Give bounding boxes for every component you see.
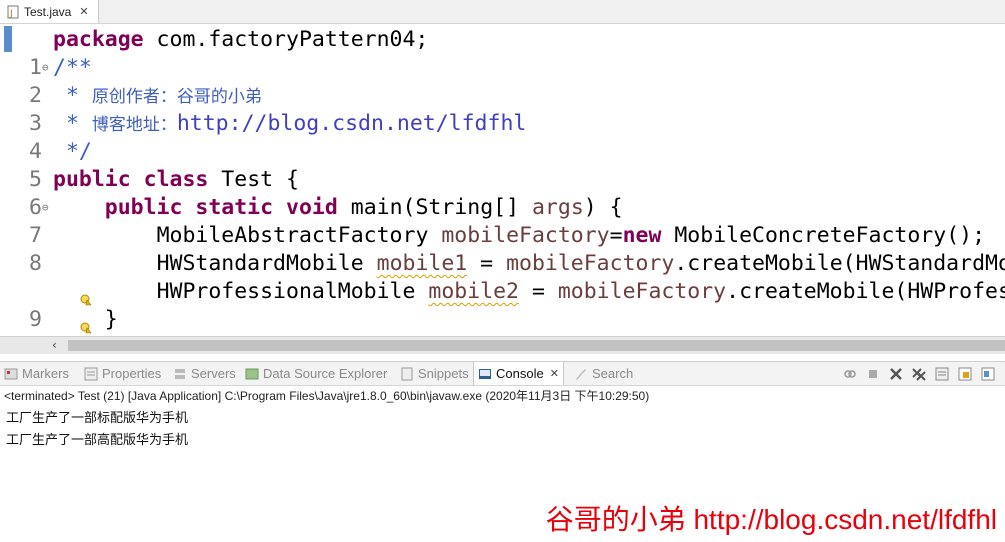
- tab-console[interactable]: Console ✕: [473, 362, 564, 385]
- code-text: HWProfessionalMobile: [156, 279, 429, 304]
- tab-markers[interactable]: Markers: [4, 362, 69, 385]
- comment-text: 原创作者：谷哥的小弟: [91, 87, 262, 107]
- code-text: Test {: [208, 167, 299, 192]
- svg-text:J: J: [9, 9, 13, 19]
- markers-icon: [4, 367, 18, 381]
- code-text: MobileAbstractFactory: [156, 223, 442, 248]
- snippets-icon: [400, 367, 414, 381]
- variable-name: mobileFactory: [441, 223, 610, 248]
- console-output-line: 工厂生产了一部高配版华为手机: [6, 433, 189, 448]
- tab-label: Servers: [191, 366, 236, 381]
- tab-servers[interactable]: Servers: [173, 362, 236, 385]
- code-line: 11 }: [0, 306, 1005, 336]
- console-icon: [478, 367, 492, 381]
- search-icon: [574, 367, 588, 381]
- comment-text: 博客地址：: [91, 115, 177, 135]
- keyword: void: [286, 195, 338, 220]
- comment-text: *: [53, 111, 92, 136]
- console-output-line: 工厂生产了一部标配版华为手机: [6, 411, 189, 426]
- tab-test-java[interactable]: J Test.java ✕: [0, 0, 99, 23]
- keyword: new: [622, 223, 662, 248]
- variable-name: mobileFactory: [557, 279, 727, 304]
- watermark-text: 谷哥的小弟 http://blog.csdn.net/lfdfhl: [545, 504, 997, 535]
- code-text: main(String[]: [337, 195, 532, 220]
- clear-console-icon[interactable]: [934, 366, 950, 382]
- comment-text: /**: [53, 55, 92, 80]
- variable-name: mobile1: [376, 251, 468, 276]
- code-text: .createMobile(HWProfessionalMobile.class…: [726, 279, 1005, 304]
- java-file-icon: J: [6, 5, 20, 19]
- code-line: 9 HWStandardMobile mobile1 = mobileFacto…: [0, 250, 1005, 332]
- code-text: =: [609, 223, 623, 248]
- code-line: 6 public class Test {: [0, 166, 1005, 220]
- comment-link[interactable]: http://blog.csdn.net/lfdfhl: [177, 111, 527, 136]
- properties-icon: [84, 367, 98, 381]
- keyword: package: [53, 27, 144, 52]
- scroll-left-icon[interactable]: ‹: [52, 337, 57, 354]
- scrollbar-thumb[interactable]: [68, 340, 1005, 351]
- variable-name: mobileFactory: [506, 251, 675, 276]
- code-line: 7 ⊖ public static void main(String[] arg…: [0, 194, 1005, 248]
- console-status: <terminated> Test (21) [Java Application…: [4, 389, 650, 403]
- comment-text: */: [53, 139, 92, 164]
- code-line: 4 * 博客地址：http://blog.csdn.net/lfdfhl: [0, 110, 1005, 164]
- keyword: public: [104, 195, 183, 220]
- code-text: =: [467, 251, 507, 276]
- code-text: ) {: [583, 195, 623, 220]
- tab-label: Markers: [22, 366, 69, 381]
- code-line: 8 MobileAbstractFactory mobileFactory=ne…: [0, 222, 1005, 276]
- tab-label: Snippets: [418, 366, 469, 381]
- terminate-icon[interactable]: [865, 366, 881, 382]
- tab-label: Data Source Explorer: [263, 366, 388, 381]
- database-icon: [245, 367, 259, 381]
- views-tab-bar: Markers Properties Servers Data Source E…: [0, 361, 1005, 386]
- code-line: 10 HWProfessionalMobile mobile2 = mobile…: [0, 278, 1005, 336]
- keyword: static: [195, 195, 274, 220]
- parameter-name: args: [531, 195, 584, 220]
- code-text: =: [519, 279, 558, 304]
- code-line: 3 * 原创作者：谷哥的小弟: [0, 82, 1005, 136]
- tab-snippets[interactable]: Snippets: [400, 362, 469, 385]
- code-text: com.factoryPattern04;: [143, 27, 429, 52]
- variable-name: mobile2: [428, 279, 519, 304]
- warning-icon[interactable]: [2, 258, 92, 306]
- tab-label: Console: [496, 366, 544, 381]
- remove-all-icon[interactable]: [911, 366, 927, 382]
- warning-icon[interactable]: [2, 286, 92, 334]
- link-icon[interactable]: [842, 366, 858, 382]
- code-line: 2 ⊖ /**: [0, 54, 1005, 108]
- fold-toggle-icon[interactable]: ⊖: [42, 54, 49, 82]
- code-text: .createMobile(HWStandardMobile.class);: [674, 251, 1005, 276]
- scroll-lock-icon[interactable]: [957, 366, 973, 382]
- code-text: }: [53, 307, 118, 332]
- console-close-icon[interactable]: ✕: [550, 367, 559, 380]
- console-toolbar: [842, 362, 1003, 385]
- servers-icon: [173, 367, 187, 381]
- tab-search[interactable]: Search: [574, 362, 633, 385]
- horizontal-scrollbar[interactable]: ‹: [0, 336, 1005, 354]
- code-editor[interactable]: 1 package com.factoryPattern04; 2 ⊖ /** …: [0, 24, 1005, 336]
- editor-tab-bar: J Test.java ✕: [0, 0, 1005, 24]
- remove-launch-icon[interactable]: [888, 366, 904, 382]
- tab-data-source-explorer[interactable]: Data Source Explorer: [245, 362, 387, 385]
- code-line: 5 */: [0, 138, 1005, 192]
- code-text: HWStandardMobile: [156, 251, 377, 276]
- code-text: MobileConcreteFactory();: [661, 223, 986, 248]
- tab-label: Test.java: [24, 4, 72, 19]
- keyword: class: [143, 167, 209, 192]
- code-line: 1 package com.factoryPattern04;: [0, 26, 1005, 80]
- tab-properties[interactable]: Properties: [84, 362, 161, 385]
- fold-toggle-icon[interactable]: ⊖: [42, 194, 49, 222]
- comment-text: *: [53, 83, 92, 108]
- tab-label: Search: [592, 366, 634, 381]
- keyword: public: [53, 167, 131, 192]
- word-wrap-icon[interactable]: [980, 366, 996, 382]
- tab-close-icon[interactable]: ✕: [79, 5, 88, 18]
- tab-label: Properties: [102, 366, 162, 381]
